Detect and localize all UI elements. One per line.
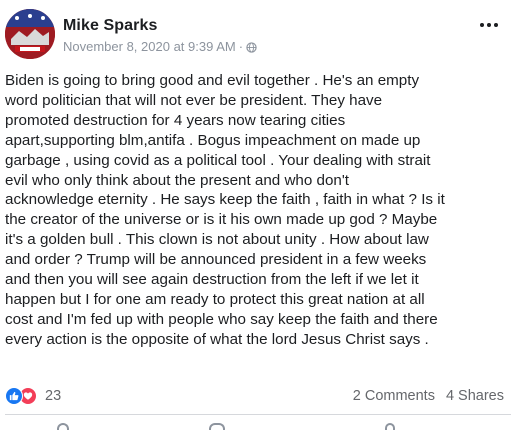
post-body-line: evil who only think about the present an… (5, 171, 350, 189)
globe-icon (246, 41, 257, 53)
more-options-icon[interactable] (477, 15, 501, 35)
post-body-line: and then you will see again destruction … (5, 271, 419, 289)
post-body: Biden is going to bring good and evil to… (5, 71, 513, 350)
post-body-line: and order ? Trump will be announced pres… (5, 251, 427, 269)
share-action-icon[interactable] (385, 423, 395, 430)
like-icon (5, 387, 23, 405)
post-timestamp[interactable]: November 8, 2020 at 9:39 AM (63, 39, 236, 54)
post-body-line: garbage , using covid as a political too… (5, 151, 431, 169)
footer-divider (5, 414, 511, 415)
reaction-count: 23 (45, 388, 62, 404)
post-meta: November 8, 2020 at 9:39 AM · (63, 39, 257, 54)
post-body-line: Biden is going to bring good and evil to… (5, 72, 420, 89)
reactions-summary[interactable]: 23 (5, 387, 61, 405)
post-body-line: happen but I for one am ready to protect… (5, 290, 425, 308)
post-header: Mike Sparks November 8, 2020 at 9:39 AM … (5, 9, 511, 61)
avatar[interactable] (5, 9, 55, 59)
meta-separator: · (238, 39, 244, 54)
avatar-image (5, 9, 55, 59)
post-stats: 2 Comments 4 Shares (353, 388, 504, 404)
post-body-line: every action is the opposite of what the… (5, 330, 429, 348)
post-body-line: acknowledge eternity . He says keep the … (5, 191, 445, 209)
comment-action-icon[interactable] (209, 423, 225, 430)
post-footer: 23 2 Comments 4 Shares (5, 385, 511, 407)
author-name[interactable]: Mike Sparks (63, 17, 157, 35)
facebook-post: Mike Sparks November 8, 2020 at 9:39 AM … (0, 0, 516, 430)
post-body-line: promoted destruction for 4 years now tea… (5, 111, 346, 129)
post-body-line: apart,supporting blm,antifa . Bogus impe… (5, 131, 421, 149)
post-body-line: it's a golden bull . This clown is not a… (5, 231, 429, 249)
post-body-line: the creator of the universe or is it his… (5, 211, 438, 229)
action-bar (5, 419, 511, 430)
post-body-line: cost and I'm fed up with people who say … (5, 310, 438, 328)
comments-count-link[interactable]: 2 Comments (353, 388, 435, 404)
shares-count-link[interactable]: 4 Shares (446, 388, 504, 404)
like-action-icon[interactable] (57, 423, 69, 430)
post-body-line: word politician that will not ever be pr… (5, 91, 383, 109)
